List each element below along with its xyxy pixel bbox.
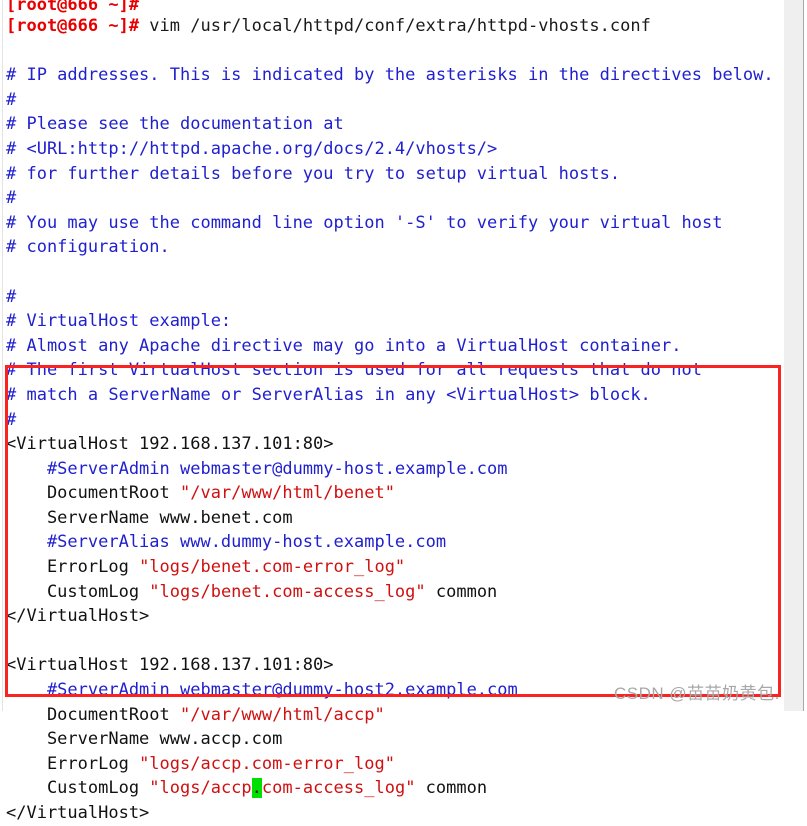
comment-text: # configuration.	[6, 237, 170, 258]
vhost-open-tag-text: <VirtualHost 192.168.137.101:80>	[6, 434, 334, 455]
comment-text: # You may use the command line option '-…	[6, 212, 723, 233]
vhost2-errorlog: ErrorLog "logs/accp.com-error_log"	[6, 752, 786, 777]
comment-text: # Almost any Apache directive may go int…	[6, 335, 682, 356]
comment-text: # VirtualHost example:	[6, 311, 232, 332]
comment-line-4: # for further details before you try to …	[6, 162, 786, 187]
vhost1-customlog: CustomLog "logs/benet.com-access_log" co…	[6, 580, 786, 605]
vhost-close-tag-text: </VirtualHost>	[6, 803, 150, 823]
comment-text: # for further details before you try to …	[6, 163, 621, 184]
directive-value: "logs/accp.com-error_log"	[139, 753, 395, 774]
comment-line-6: # You may use the command line option '-…	[6, 211, 786, 236]
directive-name: CustomLog	[6, 581, 150, 602]
vhost2-customlog: CustomLog "logs/accp.com-access_log" com…	[6, 776, 786, 801]
vhost1-serveradmin-comment: #ServerAdmin webmaster@dummy-host.exampl…	[6, 457, 786, 482]
comment-text: #	[6, 188, 17, 209]
shell-prompt-clipped: [root@666 ~]#	[6, 0, 140, 14]
directive-value: "logs/benet.com-access_log"	[149, 581, 426, 602]
vhost1-errorlog: ErrorLog "logs/benet.com-error_log"	[6, 555, 786, 580]
shell-command: vim /usr/local/httpd/conf/extra/httpd-vh…	[139, 16, 651, 36]
terminal-line-command: [root@666 ~]# vim /usr/local/httpd/conf/…	[6, 14, 786, 39]
csdn-watermark: CSDN @苗苗奶黄包.	[614, 684, 780, 703]
scrollbar-left-edge	[803, 0, 804, 711]
comment-text: #ServerAlias www.dummy-host.example.com	[6, 532, 447, 553]
directive-name: DocumentRoot	[6, 483, 180, 504]
directive-value-prefix: "logs/accp	[149, 778, 252, 799]
directive-value: "/var/www/html/benet"	[180, 483, 395, 504]
shell-prompt: [root@666 ~]#	[6, 16, 140, 36]
comment-line-5: #	[6, 186, 786, 211]
comment-text: # IP addresses. This is indicated by the…	[6, 65, 774, 86]
directive-value: "logs/benet.com-error_log"	[139, 557, 406, 578]
vhost1-close-tag: </VirtualHost>	[6, 604, 786, 629]
scrollbar-gutter[interactable]	[784, 0, 803, 711]
terminal-line-blank-2	[6, 629, 786, 654]
terminal-screen: [root@666 ~]# [root@666 ~]# vim /usr/loc…	[0, 0, 807, 823]
comment-line-14: #	[6, 408, 786, 433]
directive-suffix: common	[415, 778, 488, 799]
vhost1-open-tag: <VirtualHost 192.168.137.101:80>	[6, 432, 786, 457]
comment-line-7: # configuration.	[6, 235, 786, 260]
vim-cursor[interactable]: .	[251, 778, 262, 799]
comment-line-11: # Almost any Apache directive may go int…	[6, 334, 786, 359]
vhost2-servername: ServerName www.accp.com	[6, 727, 786, 752]
comment-text: # match a ServerName or ServerAlias in a…	[6, 384, 651, 405]
vhost2-documentroot: DocumentRoot "/var/www/html/accp"	[6, 703, 786, 728]
directive-name: ServerName www.accp.com	[6, 729, 283, 750]
terminal-line-blank-1	[6, 39, 786, 64]
vhost1-serveralias-comment: #ServerAlias www.dummy-host.example.com	[6, 530, 786, 555]
vhost2-close-tag: </VirtualHost>	[6, 801, 786, 826]
left-edge-rule	[2, 0, 3, 711]
directive-name: DocumentRoot	[6, 704, 180, 725]
comment-line-10: # VirtualHost example:	[6, 309, 786, 334]
vhost-close-tag-text: </VirtualHost>	[6, 606, 150, 627]
directive-name: ErrorLog	[6, 557, 140, 578]
directive-suffix: common	[425, 581, 498, 602]
directive-value: "/var/www/html/accp"	[180, 704, 385, 725]
comment-text: #ServerAdmin webmaster@dummy-host.exampl…	[6, 458, 508, 479]
comment-line-1: #	[6, 88, 786, 113]
directive-name: ServerName www.benet.com	[6, 507, 293, 528]
comment-text: #	[6, 89, 17, 110]
comment-text: #	[6, 286, 17, 307]
vhost1-servername: ServerName www.benet.com	[6, 506, 786, 531]
terminal-line-prompt-clipped: [root@666 ~]#	[6, 0, 786, 14]
vhost2-open-tag: <VirtualHost 192.168.137.101:80>	[6, 653, 786, 678]
comment-text: # Please see the documentation at	[6, 114, 344, 135]
comment-line-13: # match a ServerName or ServerAlias in a…	[6, 383, 786, 408]
comment-line-3: # <URL:http://httpd.apache.org/docs/2.4/…	[6, 137, 786, 162]
vhost1-documentroot: DocumentRoot "/var/www/html/benet"	[6, 481, 786, 506]
vhost-open-tag-text: <VirtualHost 192.168.137.101:80>	[6, 655, 334, 676]
comment-text: #	[6, 409, 17, 430]
directive-name: CustomLog	[6, 778, 150, 799]
comment-line-2: # Please see the documentation at	[6, 112, 786, 137]
comment-line-12: # The first VirtualHost section is used …	[6, 358, 786, 383]
comment-text: # The first VirtualHost section is used …	[6, 360, 702, 381]
comment-line-0: # IP addresses. This is indicated by the…	[6, 63, 786, 88]
comment-text: # <URL:http://httpd.apache.org/docs/2.4/…	[6, 138, 498, 159]
comment-text: #ServerAdmin webmaster@dummy-host2.examp…	[6, 680, 518, 701]
directive-name: ErrorLog	[6, 753, 140, 774]
comment-line-9: #	[6, 285, 786, 310]
comment-line-8-empty	[6, 260, 786, 285]
directive-value-suffix: com-access_log"	[261, 778, 416, 799]
